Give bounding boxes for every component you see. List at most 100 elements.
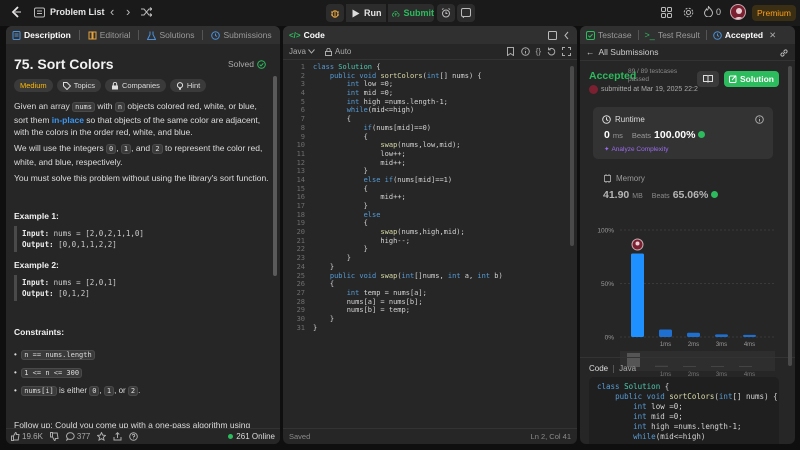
user-avatar[interactable] <box>730 4 746 20</box>
star-icon[interactable] <box>97 432 107 441</box>
editorial-button[interactable] <box>697 71 719 87</box>
code-line[interactable]: 25 public void swap(int[]nums, int a, in… <box>283 272 563 281</box>
coins-counter[interactable]: 0 <box>704 6 721 17</box>
analyze-complexity-link[interactable]: ✦ Analyze Complexity <box>604 145 669 154</box>
divider <box>580 60 795 61</box>
code-line[interactable]: 29 nums[b] = temp; <box>283 306 563 315</box>
debug-button[interactable] <box>326 4 344 22</box>
info-circle-icon[interactable] <box>520 47 530 56</box>
code-text: int temp = nums[a]; <box>346 288 427 297</box>
tab-submissions[interactable]: Submissions <box>211 30 272 40</box>
code-line[interactable]: 28 nums[a] = nums[b]; <box>283 298 563 307</box>
code-line[interactable]: 20 swap(nums,high,mid); <box>283 228 563 237</box>
code-line[interactable]: 31} <box>283 324 563 333</box>
submit-button[interactable]: Submit <box>388 4 434 22</box>
code-text: int high =nums.length-1; <box>346 97 448 106</box>
code-line[interactable]: 13 } <box>283 167 563 176</box>
code-line[interactable]: 4 int mid =0; <box>283 89 563 98</box>
problem-list-icon[interactable] <box>34 7 46 19</box>
comments-button[interactable]: 377 <box>65 432 90 441</box>
tab-accepted[interactable]: Accepted ✕ <box>713 30 776 41</box>
preview-code-line: int mid =0; <box>633 412 683 421</box>
code-line[interactable]: 3 int low =0; <box>283 80 563 89</box>
code-line[interactable]: 1 class Solution { <box>283 63 563 72</box>
bookmark-icon[interactable] <box>506 47 515 56</box>
format-braces-icon[interactable]: {} <box>536 47 541 56</box>
tab-testcase[interactable]: Testcase <box>586 30 632 40</box>
code-editor[interactable]: 1 class Solution {2 public void sortColor… <box>283 63 563 332</box>
run-button[interactable]: Run <box>346 4 386 22</box>
close-tab-icon[interactable]: ✕ <box>769 30 776 41</box>
edit-square-icon <box>729 75 737 83</box>
like-button[interactable]: 19.6K <box>11 432 43 441</box>
code-line[interactable]: 18 else <box>283 211 563 220</box>
language-select[interactable]: Java <box>289 47 315 56</box>
solved-status: Solved <box>228 59 266 69</box>
code-line[interactable]: 30 } <box>283 315 563 324</box>
code-text: public void sortColors(int[] nums) { <box>329 71 482 80</box>
lock-icon <box>324 47 332 56</box>
topics-pill[interactable]: Topics <box>56 79 101 92</box>
code-line[interactable]: 10 swap(nums,low,mid); <box>283 141 563 150</box>
help-circle-icon[interactable] <box>129 432 139 441</box>
share-icon[interactable] <box>113 432 122 441</box>
runtime-card[interactable]: Runtime 0 ms Beats 100.00% ✦ Analyze Com… <box>593 107 773 159</box>
result-scrollbar[interactable] <box>788 66 792 366</box>
example-1-bar <box>14 226 17 252</box>
preview-code-line: public void sortColors(int[] nums) { <box>615 392 778 401</box>
code-line[interactable]: 19 { <box>283 219 563 228</box>
code-line[interactable]: 17 } <box>283 202 563 211</box>
shuffle-icon[interactable] <box>141 7 153 19</box>
in-place-link[interactable]: in-place <box>52 115 84 125</box>
problem-title[interactable]: 75. Sort Colors <box>14 56 114 72</box>
code-line[interactable]: 23 } <box>283 254 563 263</box>
code-line[interactable]: 11 low++; <box>283 150 563 159</box>
code-line[interactable]: 16 mid++; <box>283 193 563 202</box>
info-icon[interactable] <box>755 115 764 124</box>
link-icon[interactable] <box>779 48 789 60</box>
code-line[interactable]: 14 else if(nums[mid]==1) <box>283 176 563 185</box>
code-line[interactable]: 5 int high =nums.length-1; <box>283 98 563 107</box>
layout-grid-icon[interactable] <box>661 7 672 20</box>
code-line[interactable]: 15 { <box>283 185 563 194</box>
solution-button[interactable]: Solution <box>724 71 779 87</box>
auto-mode-toggle[interactable]: Auto <box>324 47 351 56</box>
tab-solutions[interactable]: Solutions <box>147 30 194 40</box>
code-line[interactable]: 27 int temp = nums[a]; <box>283 289 563 298</box>
next-problem-icon[interactable]: › <box>126 4 130 19</box>
code-line[interactable]: 26 { <box>283 280 563 289</box>
code-line[interactable]: 6 while(mid<=high) <box>283 106 563 115</box>
notes-button[interactable] <box>457 4 475 22</box>
prev-problem-icon[interactable]: ‹ <box>110 4 114 19</box>
runtime-distribution-chart[interactable]: 100%50%0%1ms 2ms 3ms 4ms1ms 2ms 3ms 4ms <box>580 218 780 378</box>
code-line[interactable]: 21 high--; <box>283 237 563 246</box>
timer-button[interactable] <box>437 4 455 22</box>
code-line[interactable]: 8 if(nums[mid]==0) <box>283 124 563 133</box>
tab-code[interactable]: </> Code <box>289 30 325 40</box>
all-submissions-link[interactable]: ← All Submissions <box>586 47 659 57</box>
leetcode-logo-icon[interactable] <box>9 5 23 19</box>
tab-description[interactable]: Description <box>12 30 71 40</box>
problem-list-link[interactable]: Problem List <box>50 7 105 17</box>
maximize-icon[interactable] <box>548 30 557 40</box>
tab-test-result[interactable]: >_ Test Result <box>645 30 700 40</box>
submission-code-preview[interactable]: class Solution { public void sortColors(… <box>589 377 779 444</box>
reset-icon[interactable] <box>547 47 556 56</box>
premium-button[interactable]: Premium <box>752 5 796 21</box>
settings-gear-icon[interactable] <box>683 7 694 20</box>
hint-pill[interactable]: Hint <box>169 79 207 92</box>
description-scrollbar[interactable] <box>273 76 277 276</box>
code-line[interactable]: 9 { <box>283 133 563 142</box>
tab-editorial[interactable]: Editorial <box>88 30 130 40</box>
thumbs-down-icon[interactable] <box>49 432 59 441</box>
code-line[interactable]: 7 { <box>283 115 563 124</box>
code-line[interactable]: 2 public void sortColors(int[] nums) { <box>283 72 563 81</box>
divider <box>580 357 795 358</box>
fullscreen-icon[interactable] <box>562 47 571 56</box>
code-scrollbar[interactable] <box>570 66 574 246</box>
code-line[interactable]: 22 } <box>283 245 563 254</box>
companies-pill[interactable]: Companies <box>104 79 166 92</box>
code-line[interactable]: 12 mid++; <box>283 159 563 168</box>
collapse-chevron-icon[interactable] <box>562 31 571 40</box>
code-line[interactable]: 24 } <box>283 263 563 272</box>
